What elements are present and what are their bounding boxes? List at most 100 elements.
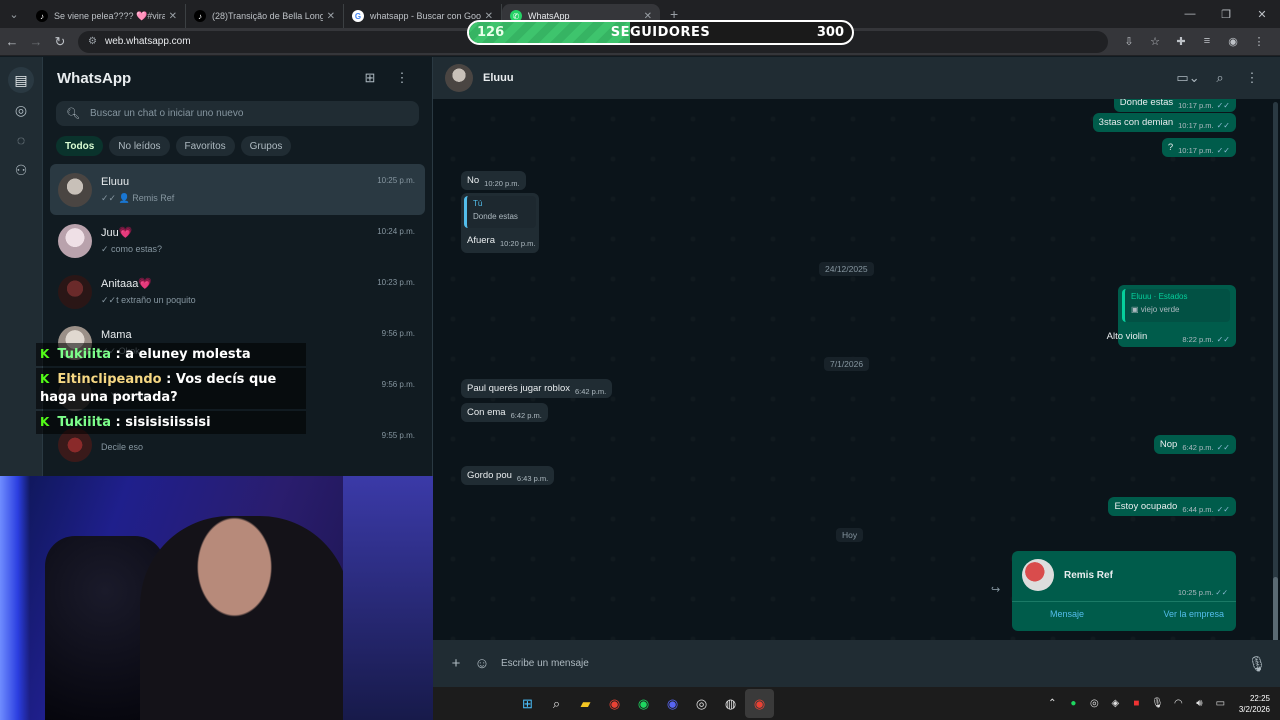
tab-title: whatsapp - Buscar con Google <box>370 11 481 21</box>
forward-icon[interactable]: ↪ <box>991 583 1000 596</box>
attach-plus-icon[interactable]: + <box>443 655 469 672</box>
reading-list-icon[interactable]: ≡ <box>1194 35 1220 48</box>
tray-app-icon[interactable]: ◎ <box>1084 698 1105 709</box>
back-icon[interactable]: ← <box>0 34 24 49</box>
stream-chat-message: K Tukiiita : sisisisiissisi <box>36 411 306 434</box>
conversation-header[interactable]: Eluuu ▭⌄ ⌕ ⋮ <box>433 57 1280 99</box>
browser-tab-1[interactable]: ♪ Se viene pelea???? 🩷#viral # ✕ <box>28 4 186 28</box>
avatar <box>58 172 92 207</box>
message-contact-button[interactable]: Mensaje <box>1050 609 1084 619</box>
filter-all[interactable]: Todos <box>56 136 104 156</box>
screen: ⌄ ♪ Se viene pelea???? 🩷#viral # ✕ ♪ (28… <box>0 0 1280 720</box>
battery-icon[interactable]: ▭ <box>1210 698 1231 709</box>
filter-unread[interactable]: No leídos <box>109 136 170 156</box>
volume-icon[interactable]: 🔊︎ <box>1189 698 1210 709</box>
status-icon[interactable]: ◎ <box>8 97 34 123</box>
discord-icon[interactable]: ◉ <box>658 689 687 718</box>
new-chat-icon[interactable]: ⊞ <box>354 70 386 86</box>
wifi-icon[interactable]: ◠ <box>1168 698 1189 709</box>
avatar[interactable] <box>445 64 473 92</box>
divider <box>1012 601 1236 602</box>
streamer <box>140 516 350 720</box>
followers-goal: 300 <box>816 25 844 40</box>
message-text: Nop <box>1159 439 1178 450</box>
channels-icon[interactable]: ◌ <box>8 127 34 153</box>
quoted-status[interactable]: Eluuu · Estados ▣ viejo verde <box>1122 289 1230 322</box>
taskbar-apps: ⊞ ⌕ ▰ ◉ ◉ ◉ ◎ ◍ ◉ <box>513 689 774 718</box>
search-icon[interactable]: ⌕ <box>1204 70 1236 86</box>
contact-card-time: 10:25 p.m. ✓✓ <box>1178 588 1228 597</box>
tab-search-chevron-icon[interactable]: ⌄ <box>0 0 28 28</box>
install-app-icon[interactable]: ⇩ <box>1116 35 1142 48</box>
tray-app-icon[interactable]: ■ <box>1126 698 1147 709</box>
view-business-button[interactable]: Ver la empresa <box>1163 609 1224 619</box>
communities-icon[interactable]: ⚇ <box>8 157 34 183</box>
close-icon[interactable]: ✕ <box>327 11 335 22</box>
site-info-icon[interactable]: ⚙ <box>88 36 97 47</box>
followers-goal-bar: 126 SEGUIDORES 300 <box>467 20 854 45</box>
message-time: 6:44 p.m. <box>1182 505 1214 514</box>
quoted-status-text: viejo verde <box>1140 305 1180 314</box>
search-input[interactable] <box>89 108 390 119</box>
message-bubble: Paul querés jugar roblox 6:42 p.m. <box>461 379 613 398</box>
quoted-author: Eluuu · Estados <box>1131 292 1188 301</box>
app-title: WhatsApp <box>57 69 132 87</box>
reload-icon[interactable]: ↻ <box>48 34 72 50</box>
search-icon[interactable]: ⌕ <box>542 689 571 718</box>
kick-icon: K <box>40 415 50 429</box>
close-icon[interactable]: ✕ <box>169 11 177 22</box>
message-input[interactable] <box>501 658 1244 669</box>
bookmark-star-icon[interactable]: ☆ <box>1142 35 1168 48</box>
obs-icon[interactable]: ◎ <box>687 689 716 718</box>
message-time: 6:42 p.m. <box>574 387 607 396</box>
emoji-icon[interactable]: ☺ <box>469 655 495 672</box>
browser-toolbar-icons: ⇩ ☆ ✚ ≡ ◉ ⋮ <box>1116 35 1272 48</box>
message-text: ? <box>1167 142 1174 153</box>
contact-card-message[interactable]: Remis Ref 10:25 p.m. ✓✓ Mensaje Ver la e… <box>1012 551 1236 631</box>
kick-icon: K <box>40 372 50 386</box>
browser-tab-2[interactable]: ♪ (28)Transição de Bella Longuinhos ✕ <box>186 4 344 28</box>
chat-list-header: WhatsApp ⊞ ⋮ <box>43 57 432 99</box>
file-explorer-icon[interactable]: ▰ <box>571 689 600 718</box>
extensions-icon[interactable]: ✚ <box>1168 35 1194 48</box>
background-wall <box>343 476 433 720</box>
stream-chat-message: K Eltinclipeando : Vos decís que haga una… <box>36 368 306 409</box>
message-time: 6:42 p.m. <box>510 411 542 420</box>
restore-icon[interactable]: ❐ <box>1208 0 1244 28</box>
message-text: 3stas con demian <box>1098 117 1174 128</box>
microphone-icon[interactable]: 🎙︎ <box>1147 698 1168 709</box>
app-icon[interactable]: ◍ <box>716 689 745 718</box>
taskbar-clock[interactable]: 22:25 3/2/2026 <box>1239 693 1270 715</box>
chat-item[interactable]: Eluuu ✓✓ 👤 Remis Ref 10:25 p.m. <box>50 164 425 215</box>
minimize-icon[interactable]: — <box>1172 0 1208 28</box>
message-time: 6:42 p.m. <box>1182 443 1214 452</box>
chrome-icon[interactable]: ◉ <box>600 689 629 718</box>
menu-icon[interactable]: ⋮ <box>1236 70 1268 86</box>
message-text: Con ema <box>467 407 506 418</box>
chevron-up-icon[interactable]: ⌃ <box>1042 698 1063 709</box>
chat-item[interactable]: Anitaaa💗 ✓✓t extraño un poquito 10:23 p.m… <box>50 266 425 317</box>
tray-app-icon[interactable]: ◈ <box>1105 698 1126 709</box>
quoted-message[interactable]: Tú Donde estas <box>464 196 536 228</box>
spotify-icon[interactable]: ● <box>1063 698 1084 709</box>
profile-avatar-icon[interactable]: ◉ <box>1220 35 1246 48</box>
video-call-icon[interactable]: ▭⌄ <box>1172 70 1204 86</box>
forward-icon[interactable]: → <box>24 34 48 49</box>
chats-icon[interactable]: ▤ <box>8 67 34 93</box>
chrome-icon[interactable]: ◉ <box>745 689 774 718</box>
windows-start-icon[interactable]: ⊞ <box>513 689 542 718</box>
chat-preview: ✓✓t extraño un poquito <box>101 295 196 305</box>
chat-filters: Todos No leídos Favoritos Grupos <box>43 126 432 156</box>
clock-date: 3/2/2026 <box>1238 704 1270 714</box>
spotify-icon[interactable]: ◉ <box>629 689 658 718</box>
search-box[interactable]: 🔍︎ <box>56 101 419 126</box>
menu-icon[interactable]: ⋮ <box>386 70 418 86</box>
google-icon: G <box>352 10 364 22</box>
microphone-icon[interactable]: 🎙︎ <box>1244 655 1270 673</box>
chat-item[interactable]: Juu💗 ✓ como estas? 10:24 p.m. <box>50 215 425 266</box>
read-ticks-icon: ✓✓ <box>1215 588 1228 597</box>
browser-menu-icon[interactable]: ⋮ <box>1246 35 1272 48</box>
filter-groups[interactable]: Grupos <box>240 136 292 156</box>
filter-favorites[interactable]: Favoritos <box>175 136 235 156</box>
close-window-icon[interactable]: ✕ <box>1244 0 1280 28</box>
